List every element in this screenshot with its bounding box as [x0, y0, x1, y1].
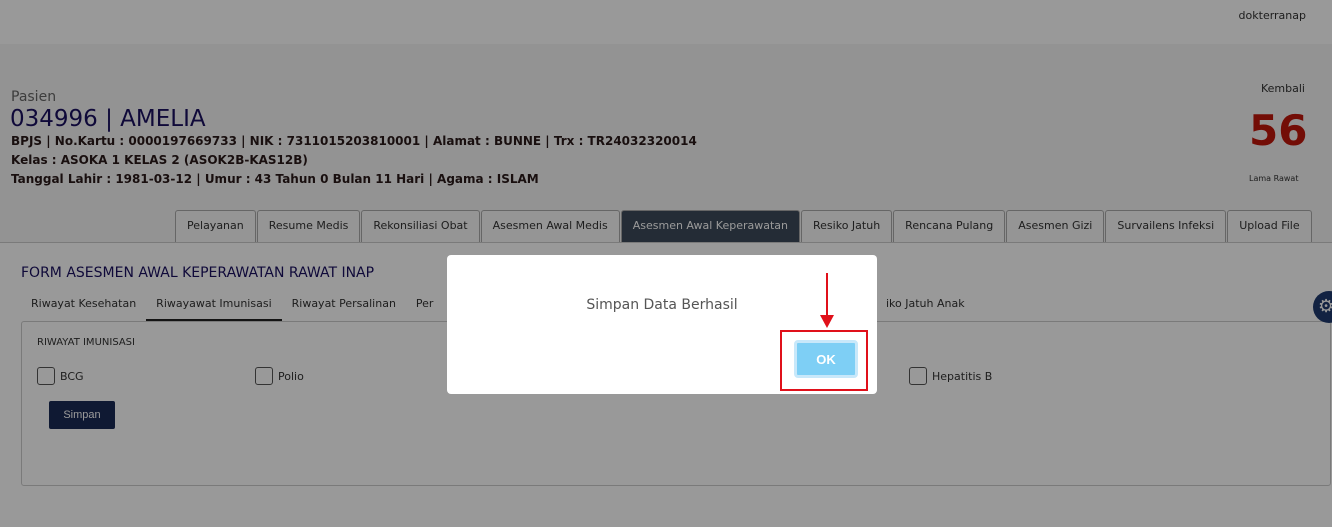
dialog-message: Simpan Data Berhasil	[586, 297, 738, 313]
ok-button[interactable]: OK	[794, 340, 858, 378]
annotation-arrow-head	[820, 315, 834, 328]
annotation-arrow	[826, 273, 828, 319]
success-dialog: Simpan Data Berhasil OK	[447, 255, 877, 394]
